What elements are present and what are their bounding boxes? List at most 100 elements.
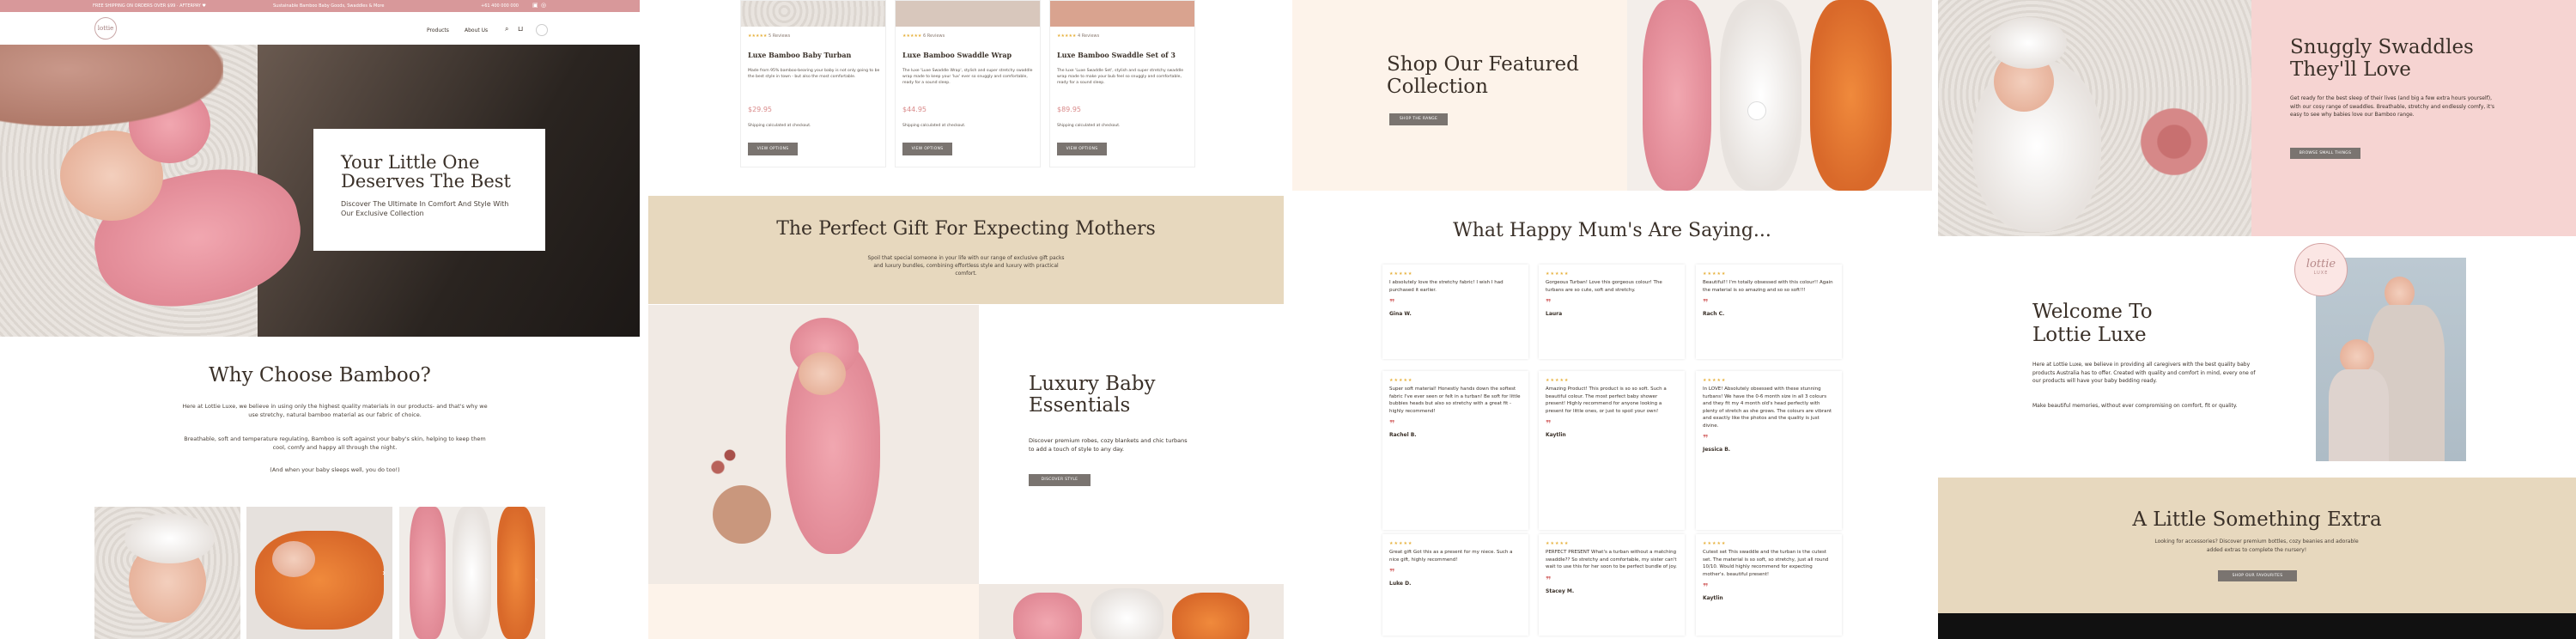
product-description: The luxe 'Luxe Swaddle Set', stylish and… [1057, 69, 1184, 85]
product-image[interactable] [896, 1, 1040, 27]
product-card[interactable]: ★★★★★ 6 Reviews Luxe Bamboo Swaddle Wrap… [895, 0, 1041, 167]
view-options-button[interactable]: VIEW OPTIONS [1057, 143, 1107, 155]
announcement-left: FREE SHIPPING ON ORDERS OVER $99 · AFTER… [93, 3, 206, 9]
shop-favourites-button[interactable]: SHOP OUR FAVOURITES [2218, 570, 2297, 581]
product-price: $44.95 [902, 106, 927, 113]
gift-section: The Perfect Gift For Expecting Mothers S… [648, 196, 1284, 304]
product-description: Made from 95% bamboo-bearing your baby i… [748, 69, 880, 79]
snuggly-image [1938, 0, 2251, 236]
review-card: ★★★★★ Amazing Product! This product is so… [1539, 371, 1685, 530]
account-avatar[interactable] [536, 24, 548, 36]
quote-icon: ❞ [1389, 418, 1395, 429]
cart-icon[interactable]: ⊔ [518, 25, 523, 33]
review-text: I absolutely love the stretchy fabric! I… [1389, 280, 1504, 293]
view-options-button[interactable]: VIEW OPTIONS [748, 143, 798, 155]
logo-sub-text: LUXE [2313, 271, 2329, 276]
shipping-note: Shipping calculated at checkout. [1057, 124, 1121, 128]
why-bamboo-text-3: (And when your baby sleeps well, you do … [270, 466, 400, 473]
snuggly-section: Snuggly Swaddles They'll Love Get ready … [2251, 0, 2576, 236]
star-rating-icon: ★★★★★ [902, 33, 922, 39]
review-stars-icon: ★★★★★ [1703, 541, 1727, 546]
product-name[interactable]: Luxe Bamboo Swaddle Set of 3 [1057, 51, 1176, 59]
shipping-note: Shipping calculated at checkout. [748, 124, 811, 128]
nav-products[interactable]: Products [427, 27, 449, 33]
quote-icon: ❞ [1703, 581, 1709, 593]
product-card[interactable]: ★★★★★ 4 Reviews Luxe Bamboo Swaddle Set … [1049, 0, 1195, 167]
featured-image [1627, 0, 1932, 191]
review-text: PERFECT PRESENT What's a turban without … [1546, 550, 1677, 569]
search-icon[interactable]: ⌕ [505, 25, 508, 33]
extras-section: A Little Something Extra Looking for acc… [1938, 478, 2576, 613]
review-text: Super soft material! Honestly hands down… [1389, 386, 1521, 414]
review-card: ★★★★★ Beautiful!! I'm totally obsessed wi… [1696, 265, 1842, 359]
review-stars-icon: ★★★★★ [1703, 271, 1727, 277]
review-author: Gina W. [1389, 311, 1412, 317]
review-author: Rach C. [1703, 311, 1725, 317]
review-text: Amazing Product! This product is so so s… [1546, 386, 1667, 414]
review-author: Rachel B. [1389, 432, 1417, 438]
extras-text: Looking for accessories? Discover premiu… [2154, 539, 2359, 553]
panel-home-hero: FREE SHIPPING ON ORDERS OVER $99 · AFTER… [0, 0, 640, 639]
announcement-phone: +61 400 000 000 [481, 3, 519, 9]
product-description: The luxe 'Luxe Swaddle Wrap', stylish an… [902, 69, 1033, 85]
gallery-image-swaddle-set[interactable]: › [399, 507, 545, 639]
product-grid: ★★★★★ 5 Reviews Luxe Bamboo Baby Turban … [740, 0, 1195, 172]
quote-icon: ❞ [1546, 418, 1552, 429]
quote-icon: ❞ [1703, 433, 1709, 444]
review-author: Jessica B. [1703, 447, 1731, 453]
site-logo[interactable]: lottie [94, 17, 117, 40]
review-stars-icon: ★★★★★ [1389, 541, 1413, 546]
hero-card: Your Little One Deserves The Best Discov… [313, 129, 545, 251]
quote-icon: ❞ [1389, 297, 1395, 308]
review-author: Stacey M. [1546, 587, 1575, 594]
product-name[interactable]: Luxe Bamboo Swaddle Wrap [902, 51, 1012, 59]
gallery-image-orange-swaddle[interactable]: › [246, 507, 392, 639]
gallery-image-white-turban[interactable] [94, 507, 240, 639]
review-count: 6 Reviews [923, 33, 945, 39]
review-text: In LOVE! Absolutely obsessed with these … [1703, 386, 1832, 429]
quote-icon: ❞ [1389, 567, 1395, 578]
review-card: ★★★★★ Great gift Got this as a present fo… [1382, 534, 1528, 636]
nav-about[interactable]: About Us [465, 27, 488, 33]
product-image[interactable] [1050, 1, 1194, 27]
review-stars-icon: ★★★★★ [1389, 271, 1413, 277]
product-name[interactable]: Luxe Bamboo Baby Turban [748, 51, 851, 59]
review-stars-icon: ★★★★★ [1546, 271, 1570, 277]
logo-script-text: lottie [2306, 258, 2336, 271]
gift-text: Spoil that special someone in your life … [867, 255, 1065, 277]
review-author: Kaytlin [1546, 432, 1566, 438]
gallery-next-arrow-icon[interactable]: › [382, 569, 386, 578]
review-text: Beautiful!! I'm totally obsessed with th… [1703, 280, 1833, 293]
review-card: ★★★★★ In LOVE! Absolutely obsessed with t… [1696, 371, 1842, 530]
review-author: Luke D. [1389, 581, 1412, 587]
why-bamboo-text-1: Here at Lottie Luxe, we believe in using… [182, 403, 488, 418]
review-stars-icon: ★★★★★ [1703, 378, 1727, 383]
essentials-image [648, 305, 979, 584]
product-card[interactable]: ★★★★★ 5 Reviews Luxe Bamboo Baby Turban … [740, 0, 886, 167]
hero-subtitle: Discover The Ultimate In Comfort And Sty… [341, 200, 509, 217]
facebook-icon[interactable]: ▣ [532, 2, 538, 9]
review-text: Cutest set This swaddle and the turban i… [1703, 550, 1829, 577]
view-options-button[interactable]: VIEW OPTIONS [902, 143, 952, 155]
panel-products: ★★★★★ 5 Reviews Luxe Bamboo Baby Turban … [648, 0, 1284, 639]
review-text: Great gift Got this as a present for my … [1389, 550, 1513, 563]
shop-range-button[interactable]: SHOP THE RANGE [1389, 113, 1448, 125]
panel-featured-reviews: Shop Our Featured Collection SHOP THE RA… [1292, 0, 1932, 639]
browse-small-things-button[interactable]: BROWSE SMALL THINGS [2290, 148, 2360, 159]
review-stars-icon: ★★★★★ [1389, 378, 1413, 383]
star-rating-icon: ★★★★★ [1057, 33, 1077, 39]
discover-style-button[interactable]: DISCOVER STYLE [1029, 474, 1091, 486]
shipping-note: Shipping calculated at checkout. [902, 124, 966, 128]
gallery-arrow-icon[interactable]: › [535, 575, 538, 585]
gift-title: The Perfect Gift For Expecting Mothers [776, 218, 1156, 240]
announcement-middle: Sustainable Bamboo Baby Goods, Swaddles … [273, 3, 385, 9]
star-rating-icon: ★★★★★ [748, 33, 768, 39]
welcome-text-2: Make beautiful memories, without ever co… [2032, 403, 2238, 409]
panel-about: Snuggly Swaddles They'll Love Get ready … [1938, 0, 2576, 639]
review-card: ★★★★★ Super soft material! Honestly hands… [1382, 371, 1528, 530]
welcome-title: Welcome To Lottie Luxe [2032, 301, 2153, 346]
swaddle-set-image [979, 584, 1284, 639]
review-author: Laura [1546, 311, 1563, 317]
instagram-icon[interactable]: ◎ [541, 2, 546, 9]
product-image[interactable] [741, 1, 885, 27]
